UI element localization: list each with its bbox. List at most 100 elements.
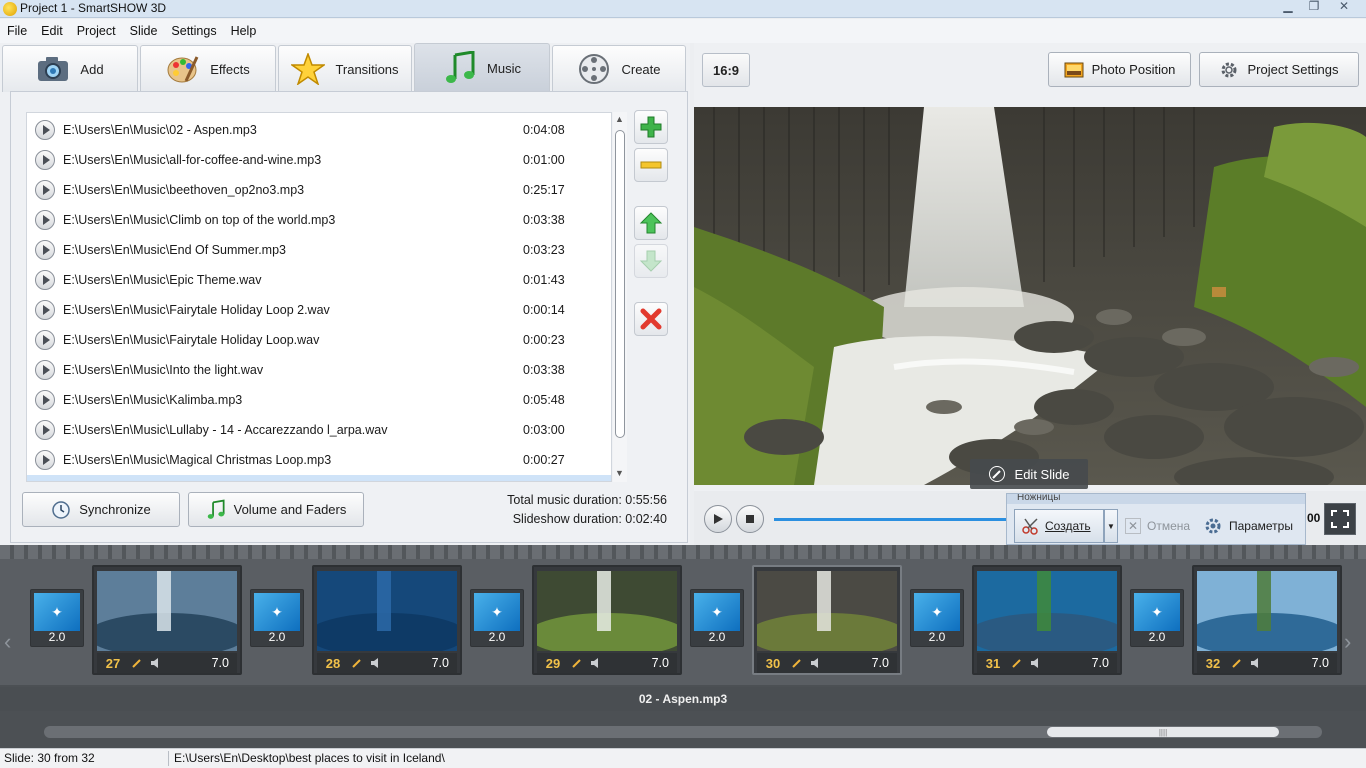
transition-icon: ✦	[254, 593, 300, 631]
fullscreen-button[interactable]	[1324, 503, 1356, 535]
track-row[interactable]: E:\Users\En\Music\02 - Aspen.mp3 0:04:08	[27, 115, 611, 145]
menu-help[interactable]: Help	[224, 19, 264, 43]
photo-position-button[interactable]: Photo Position	[1048, 52, 1191, 87]
track-row[interactable]: E:\Users\En\Music\Magical Christmas Loop…	[27, 445, 611, 475]
edit-pencil-icon[interactable]	[349, 656, 365, 670]
tab-effects[interactable]: Effects	[140, 45, 276, 92]
transition-thumb[interactable]: ✦ 2.0	[250, 589, 304, 647]
delete-music-button[interactable]	[634, 302, 668, 336]
project-settings-button[interactable]: Project Settings	[1199, 52, 1359, 87]
transition-thumb[interactable]: ✦ 2.0	[910, 589, 964, 647]
edit-slide-button[interactable]: Edit Slide	[970, 459, 1088, 489]
slides-strip[interactable]: ‹ › ✦ 2.0 27 7.0 ✦ 2.0 28 7.0 ✦ 2.0 29 7.0 ✦ 2.0 30 7.0…	[0, 559, 1366, 685]
track-row[interactable]: E:\Users\En\Music\Fairytale Holiday Loop…	[27, 325, 611, 355]
scrollbar-thumb[interactable]	[615, 130, 625, 438]
track-play-icon[interactable]	[35, 240, 55, 260]
speaker-icon[interactable]	[1025, 656, 1045, 670]
stop-button[interactable]	[736, 505, 764, 533]
menu-settings[interactable]: Settings	[164, 19, 223, 43]
speaker-icon[interactable]	[585, 656, 605, 670]
music-track-bar[interactable]: 02 - Aspen.mp3	[0, 687, 1366, 711]
edit-pencil-icon[interactable]	[1229, 656, 1245, 670]
music-track-list[interactable]: E:\Users\En\Music\02 - Aspen.mp3 0:04:08 E…	[26, 112, 612, 482]
playback-progress[interactable]	[774, 518, 1006, 521]
scroll-down-icon[interactable]: ▼	[615, 468, 624, 478]
timeline-scrollbar-thumb[interactable]: ||||	[1047, 727, 1279, 737]
edit-pencil-icon[interactable]	[789, 656, 805, 670]
track-row[interactable]: E:\Users\En\Music\End Of Summer.mp3 0:03:…	[27, 235, 611, 265]
edit-pencil-icon[interactable]	[569, 656, 585, 670]
speaker-icon[interactable]	[145, 656, 165, 670]
volume-faders-button[interactable]: Volume and Faders	[188, 492, 364, 527]
transition-duration: 2.0	[928, 630, 946, 644]
aspect-ratio-button[interactable]: 16:9	[702, 53, 750, 87]
slide-thumb[interactable]: 32 7.0	[1192, 565, 1342, 675]
track-play-icon[interactable]	[35, 150, 55, 170]
transition-thumb[interactable]: ✦ 2.0	[470, 589, 524, 647]
timeline-next-icon[interactable]: ›	[1344, 629, 1351, 655]
track-play-icon[interactable]	[35, 420, 55, 440]
remove-music-button[interactable]	[634, 148, 668, 182]
slide-thumb[interactable]: 30 7.0	[752, 565, 902, 675]
track-row[interactable]: E:\Users\En\Music\Lullaby - 14 - Accarez…	[27, 415, 611, 445]
tab-create[interactable]: Create	[552, 45, 686, 92]
slide-number: 27	[105, 655, 121, 671]
scroll-up-icon[interactable]: ▲	[615, 114, 624, 124]
track-row[interactable]: E:\Users\En\Music\Kalimba.mp3 0:05:48	[27, 385, 611, 415]
track-play-icon[interactable]	[35, 120, 55, 140]
track-row[interactable]: E:\Users\En\Music\Climb on top of the wo…	[27, 205, 611, 235]
slide-number: 31	[985, 655, 1001, 671]
edit-pencil-icon[interactable]	[129, 656, 145, 670]
track-play-icon[interactable]	[35, 180, 55, 200]
track-row[interactable]: E:\Users\En\Music\Into the light.wav 0:03…	[27, 355, 611, 385]
minimize-button[interactable]: ▁	[1277, 0, 1299, 13]
speaker-icon[interactable]	[365, 656, 385, 670]
snip-params-button[interactable]: Параметры	[1203, 516, 1293, 536]
edit-pencil-icon[interactable]	[1009, 656, 1025, 670]
transition-thumb[interactable]: ✦ 2.0	[1130, 589, 1184, 647]
tab-transitions[interactable]: Transitions	[278, 45, 412, 92]
move-down-button[interactable]	[634, 244, 668, 278]
slide-footer: 32 7.0	[1197, 653, 1337, 673]
menu-project[interactable]: Project	[70, 19, 123, 43]
track-play-icon[interactable]	[35, 270, 55, 290]
snip-create-button[interactable]: Создать	[1014, 509, 1104, 543]
slide-thumb[interactable]: 31 7.0	[972, 565, 1122, 675]
close-button[interactable]: ✕	[1333, 0, 1355, 13]
track-path: E:\Users\En\Music\Fairytale Holiday Loop…	[63, 303, 330, 317]
menu-edit[interactable]: Edit	[34, 19, 70, 43]
track-row[interactable]: E:\Users\En\Music\beethoven_op2no3.mp3 0:…	[27, 175, 611, 205]
move-up-button[interactable]	[634, 206, 668, 240]
add-music-button[interactable]	[634, 110, 668, 144]
timeline-prev-icon[interactable]: ‹	[4, 629, 11, 655]
snip-cancel-button[interactable]: ✕ Отмена	[1125, 518, 1190, 534]
transition-thumb[interactable]: ✦ 2.0	[690, 589, 744, 647]
track-play-icon[interactable]	[35, 300, 55, 320]
speaker-icon[interactable]	[805, 656, 825, 670]
transition-thumb[interactable]: ✦ 2.0	[30, 589, 84, 647]
slide-thumb[interactable]: 27 7.0	[92, 565, 242, 675]
track-path: E:\Users\En\Music\End Of Summer.mp3	[63, 243, 286, 257]
menu-slide[interactable]: Slide	[123, 19, 165, 43]
track-list-scrollbar[interactable]: ▲ ▼	[613, 112, 627, 482]
track-play-icon[interactable]	[35, 390, 55, 410]
track-row[interactable]: E:\Users\En\Music\Fairytale Holiday Loop…	[27, 295, 611, 325]
synchronize-button[interactable]: Synchronize	[22, 492, 180, 527]
track-play-icon[interactable]	[35, 330, 55, 350]
track-play-icon[interactable]	[35, 210, 55, 230]
play-button[interactable]	[704, 505, 732, 533]
tab-add[interactable]: Add	[2, 45, 138, 92]
menu-file[interactable]: File	[0, 19, 34, 43]
track-row[interactable]: E:\Users\En\Music\all-for-coffee-and-win…	[27, 145, 611, 175]
edit-slide-label: Edit Slide	[1014, 466, 1070, 482]
track-play-icon[interactable]	[35, 450, 55, 470]
maximize-button[interactable]: ❐	[1303, 0, 1325, 13]
timeline-scrollbar[interactable]: ||||	[44, 726, 1322, 738]
slide-thumb[interactable]: 28 7.0	[312, 565, 462, 675]
slide-thumb[interactable]: 29 7.0	[532, 565, 682, 675]
tab-music[interactable]: Music	[414, 43, 550, 92]
track-play-icon[interactable]	[35, 360, 55, 380]
speaker-icon[interactable]	[1245, 656, 1265, 670]
snip-dropdown-arrow[interactable]: ▼	[1104, 509, 1118, 543]
track-row[interactable]: E:\Users\En\Music\Epic Theme.wav 0:01:43	[27, 265, 611, 295]
